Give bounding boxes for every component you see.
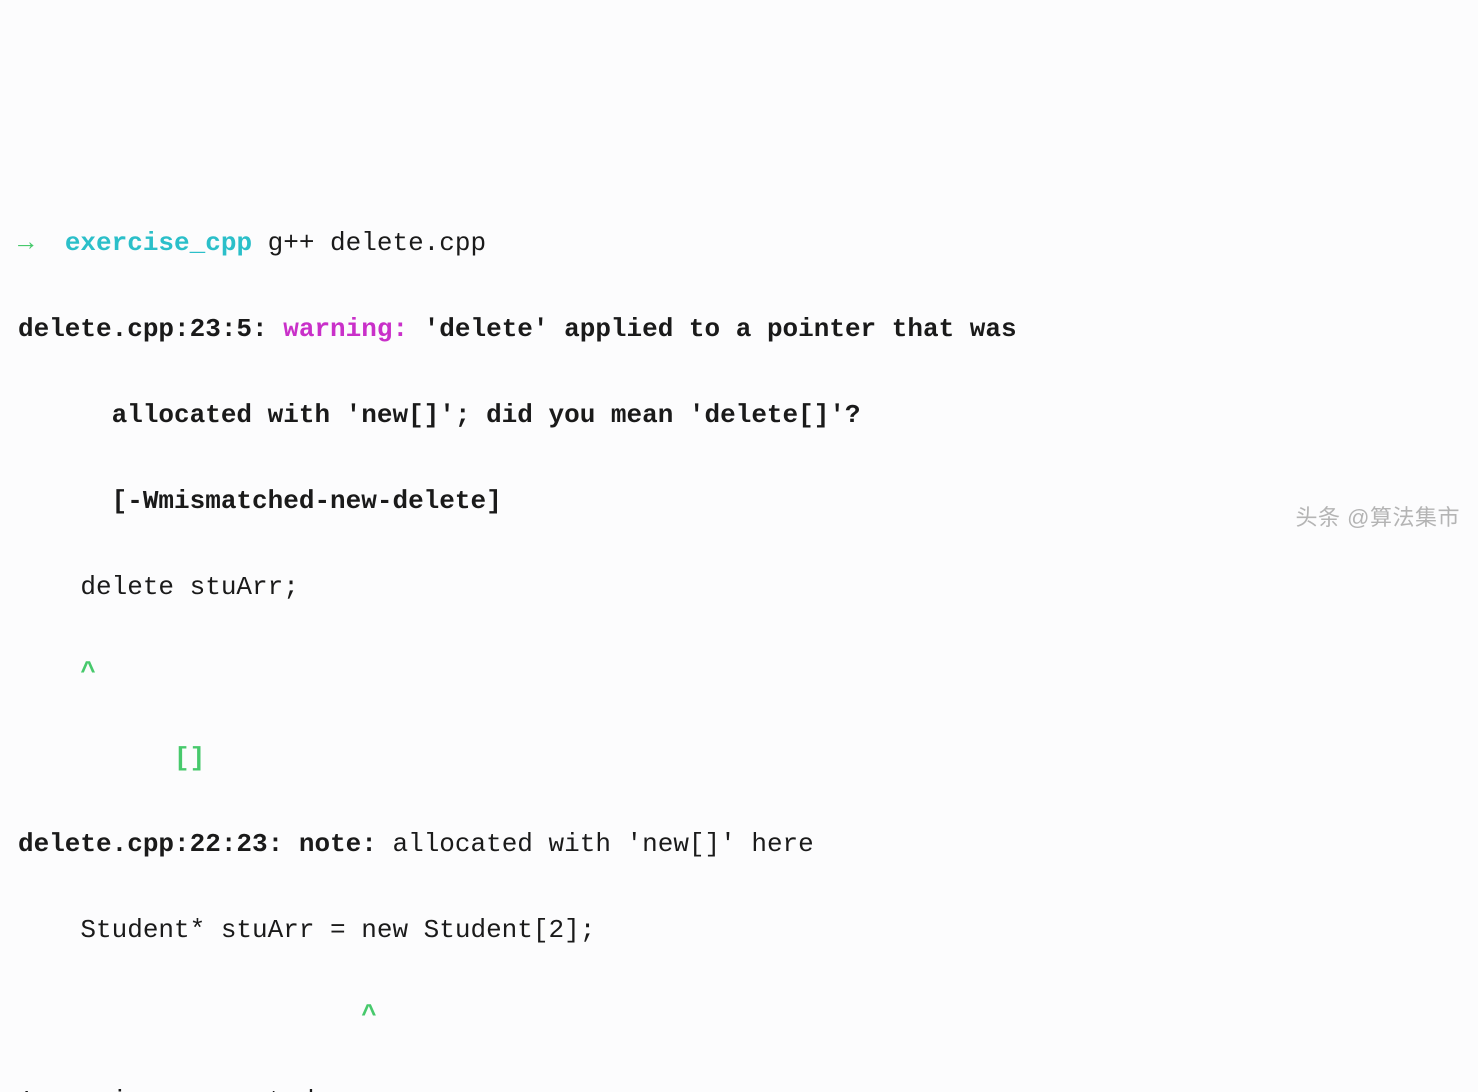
diag-location: delete.cpp:23:5: [18,314,283,344]
diag-summary: 1 warning generated. [18,1080,1460,1092]
prompt-line-1[interactable]: → exercise_cpp g++ delete.cpp [18,222,1460,265]
diag-message-cont: allocated with 'new[]'; did you mean 'de… [18,394,1460,437]
command-text: g++ delete.cpp [252,228,486,258]
note-label: note: [299,829,393,859]
warning-label: warning: [283,314,423,344]
diag-message: allocated with 'new[]' here [392,829,813,859]
terminal-output: → exercise_cpp g++ delete.cpp delete.cpp… [18,180,1460,1092]
watermark-text: 头条 @算法集市 [1296,500,1460,536]
fixit-hint: [] [18,737,1460,780]
caret-marker: ^ [18,994,1460,1037]
diag-line-1: delete.cpp:23:5: warning: 'delete' appli… [18,308,1460,351]
diag-code-snippet: Student* stuArr = new Student[2]; [18,909,1460,952]
diag-flag: [-Wmismatched-new-delete] [18,480,1460,523]
caret-marker: ^ [18,651,1460,694]
diag-line-2: delete.cpp:22:23: note: allocated with '… [18,823,1460,866]
prompt-arrow-icon: → [18,228,65,258]
diag-message: 'delete' applied to a pointer that was [424,314,1017,344]
diag-code-snippet: delete stuArr; [18,566,1460,609]
cwd-label: exercise_cpp [65,228,252,258]
diag-location: delete.cpp:22:23: [18,829,299,859]
